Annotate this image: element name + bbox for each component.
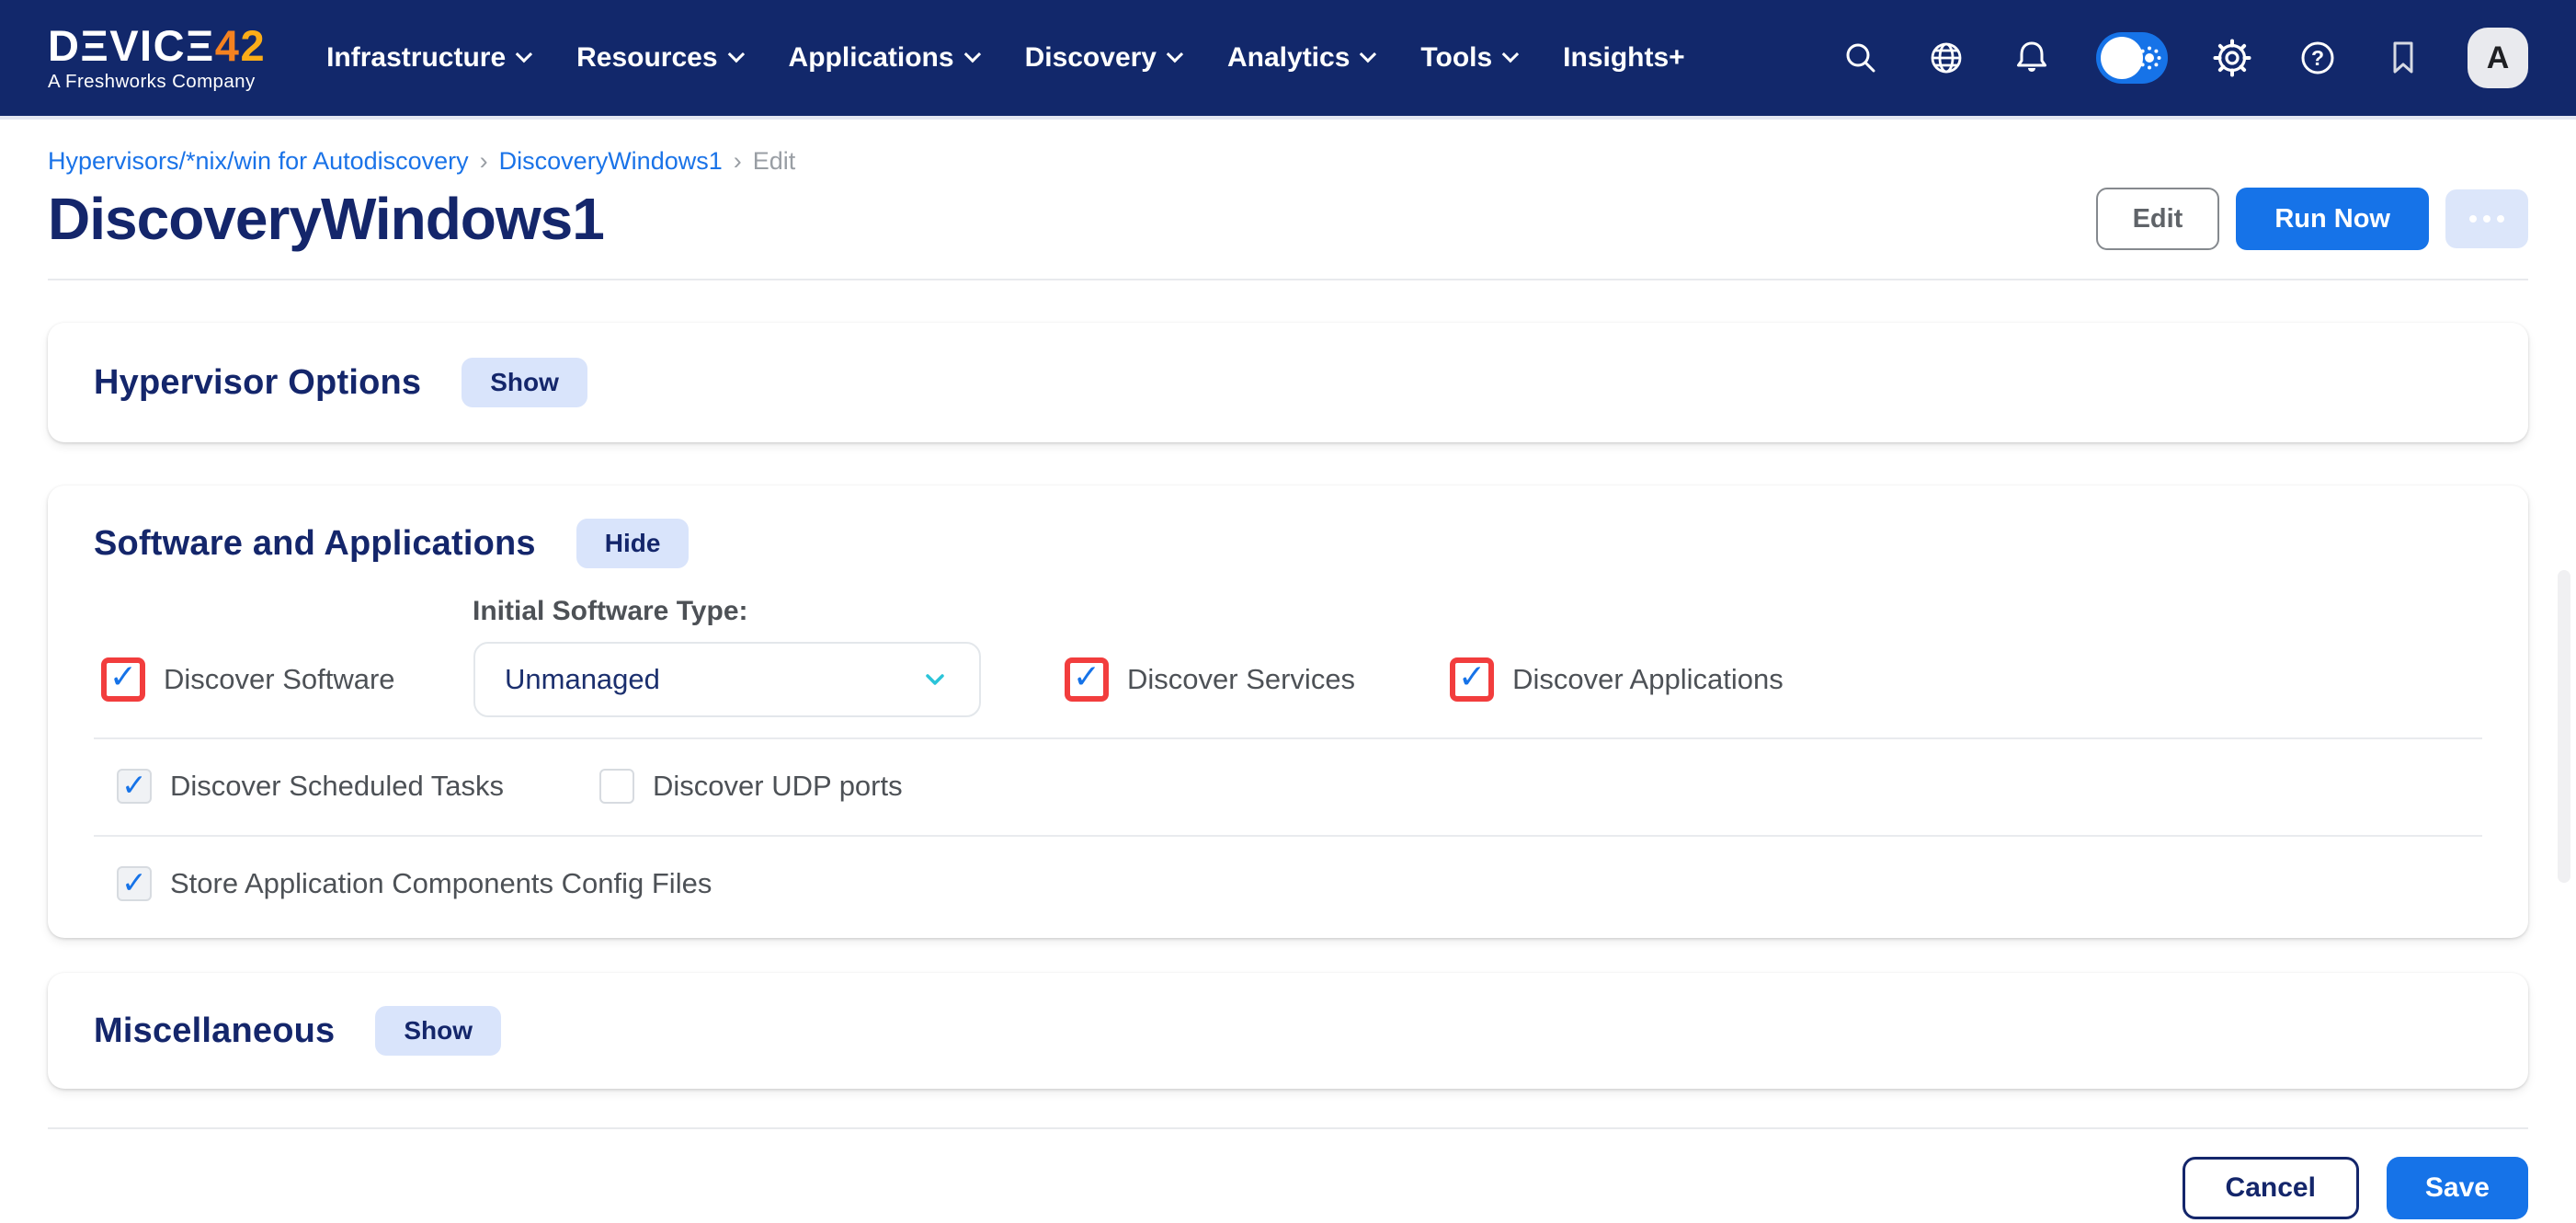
title-divider [48,279,2528,280]
discover-software-checkbox[interactable]: ✓ [101,657,145,702]
hypervisor-options-card: Hypervisor Options Show [48,323,2528,442]
navbar-underline [0,116,2576,120]
cancel-button[interactable]: Cancel [2183,1157,2359,1219]
row-divider [94,835,2482,837]
scrollbar-thumb[interactable] [2558,570,2570,883]
logo-wordmark: DΞVICΞ42 [48,24,266,67]
software-checkbox-row-1: ✓ Discover Software Unmanaged ✓ Discover… [94,642,2482,717]
discover-scheduled-tasks-label: Discover Scheduled Tasks [170,770,504,803]
dot [2497,215,2504,223]
discover-udp-ports-checkbox[interactable] [599,769,634,804]
discover-services-option[interactable]: ✓ Discover Services [1065,657,1355,702]
store-config-files-checkbox[interactable]: ✓ [117,866,152,901]
logo-subtitle: A Freshworks Company [48,73,266,92]
discover-applications-label: Discover Applications [1512,663,1784,696]
menu-infrastructure[interactable]: Infrastructure [326,42,529,74]
discover-services-label: Discover Services [1127,663,1355,696]
checkmark-icon: ✓ [1458,661,1486,694]
menu-applications[interactable]: Applications [789,42,977,74]
help-icon[interactable]: ? [2297,37,2339,79]
discover-software-option[interactable]: ✓ Discover Software [101,657,473,702]
chevron-down-icon [963,45,980,62]
svg-text:?: ? [2311,46,2324,70]
device42-logo[interactable]: DΞVICΞ42 A Freshworks Company [48,24,266,92]
dot [2483,215,2491,223]
chevron-down-icon [727,45,744,62]
breadcrumb-link-autodiscovery[interactable]: Hypervisors/*nix/win for Autodiscovery [48,147,469,176]
settings-gear-icon[interactable] [2211,37,2253,79]
bookmark-icon[interactable] [2382,37,2424,79]
checkmark-icon: ✓ [121,867,147,897]
search-icon[interactable] [1840,37,1882,79]
theme-toggle[interactable] [2096,32,2168,84]
notifications-bell-icon[interactable] [2011,37,2053,79]
footer-actions: Cancel Save [48,1157,2528,1219]
chevron-down-icon [516,45,532,62]
discover-udp-ports-label: Discover UDP ports [653,770,903,803]
hypervisor-options-title: Hypervisor Options [94,363,421,403]
chevron-down-icon [1502,45,1519,62]
software-checkbox-row-3: ✓ Store Application Components Config Fi… [94,855,2482,912]
discover-applications-option[interactable]: ✓ Discover Applications [1450,657,1784,702]
miscellaneous-show-button[interactable]: Show [375,1006,501,1056]
software-applications-hide-button[interactable]: Hide [576,519,690,568]
hypervisor-options-show-button[interactable]: Show [462,358,587,407]
miscellaneous-card: Miscellaneous Show [48,973,2528,1089]
miscellaneous-title: Miscellaneous [94,1012,335,1051]
dot [2469,215,2477,223]
select-chevron-down-icon [920,665,950,694]
breadcrumb-separator: › [734,147,742,176]
discover-services-checkbox[interactable]: ✓ [1065,657,1109,702]
run-now-button[interactable]: Run Now [2236,188,2429,250]
checkmark-icon: ✓ [1073,661,1100,694]
breadcrumb-current: Edit [753,147,796,176]
discover-scheduled-tasks-option[interactable]: ✓ Discover Scheduled Tasks [117,769,599,804]
store-config-files-option[interactable]: ✓ Store Application Components Config Fi… [117,866,712,901]
discover-scheduled-tasks-checkbox[interactable]: ✓ [117,769,152,804]
breadcrumb-separator: › [480,147,488,176]
discover-udp-ports-option[interactable]: Discover UDP ports [599,769,903,804]
software-applications-header: Software and Applications Hide [94,519,2482,568]
store-config-files-label: Store Application Components Config File… [170,867,712,900]
save-button[interactable]: Save [2387,1157,2528,1219]
breadcrumb: Hypervisors/*nix/win for Autodiscovery ›… [48,147,2528,176]
navbar-actions: ? A [1840,28,2528,88]
checkmark-icon: ✓ [109,661,137,694]
user-avatar[interactable]: A [2468,28,2528,88]
menu-discovery[interactable]: Discovery [1025,42,1180,74]
top-navbar: DΞVICΞ42 A Freshworks Company Infrastruc… [0,0,2576,116]
discover-applications-checkbox[interactable]: ✓ [1450,657,1494,702]
edit-button[interactable]: Edit [2096,188,2220,250]
title-row: DiscoveryWindows1 Edit Run Now [48,185,2528,253]
initial-software-type-label: Initial Software Type: [473,596,2482,627]
title-actions: Edit Run Now [2096,188,2528,250]
more-actions-button[interactable] [2445,189,2528,248]
sun-icon [2137,45,2162,71]
software-applications-title: Software and Applications [94,524,536,564]
main-menu: Infrastructure Resources Applications Di… [326,42,1685,74]
globe-icon[interactable] [1925,37,1967,79]
menu-resources[interactable]: Resources [576,42,740,74]
chevron-down-icon [1360,45,1376,62]
initial-software-type-select[interactable]: Unmanaged [473,642,981,717]
checkmark-icon: ✓ [121,770,147,800]
page-title: DiscoveryWindows1 [48,185,604,253]
software-checkbox-row-2: ✓ Discover Scheduled Tasks Discover UDP … [94,758,2482,815]
menu-analytics[interactable]: Analytics [1227,42,1373,74]
software-applications-card: Software and Applications Hide Initial S… [48,486,2528,938]
footer-divider [48,1127,2528,1129]
discover-software-label: Discover Software [164,663,395,696]
selected-software-type: Unmanaged [505,663,660,696]
page-content: Hypervisors/*nix/win for Autodiscovery ›… [0,147,2576,1219]
menu-tools[interactable]: Tools [1420,42,1515,74]
menu-insights-plus[interactable]: Insights+ [1563,42,1685,74]
breadcrumb-link-discoverywindows1[interactable]: DiscoveryWindows1 [499,147,723,176]
row-divider [94,737,2482,739]
chevron-down-icon [1167,45,1183,62]
